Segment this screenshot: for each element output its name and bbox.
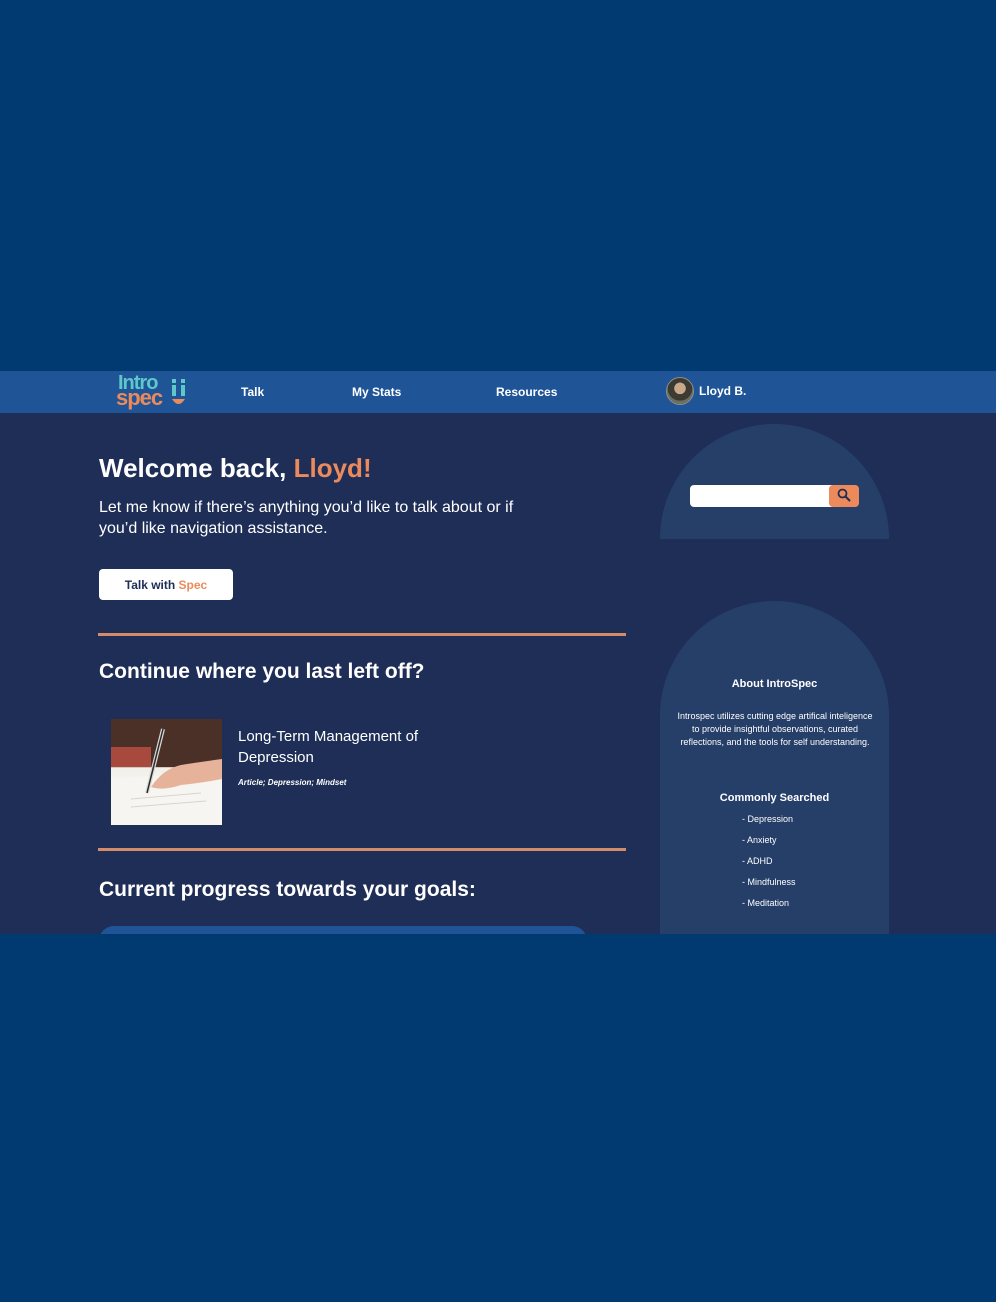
section-divider xyxy=(98,633,626,636)
introspec-logo[interactable]: Intro spec xyxy=(116,373,190,411)
search-icon xyxy=(837,488,851,501)
user-avatar[interactable] xyxy=(666,377,694,405)
commonly-searched-list: - Depression - Anxiety - ADHD - Mindfuln… xyxy=(742,813,796,918)
search-button[interactable] xyxy=(829,485,859,507)
user-name[interactable]: Lloyd B. xyxy=(699,384,746,398)
search-input[interactable] xyxy=(690,485,834,507)
commonly-searched-item[interactable]: - Meditation xyxy=(742,897,796,918)
welcome-greeting: Welcome back, xyxy=(99,453,294,483)
commonly-searched-item[interactable]: - Mindfulness xyxy=(742,876,796,897)
logo-face-icon xyxy=(172,379,185,404)
nav-talk[interactable]: Talk xyxy=(241,384,264,400)
nav-resources[interactable]: Resources xyxy=(496,384,557,400)
goals-progress-bar xyxy=(99,926,587,934)
article-tags: Article; Depression; Mindset xyxy=(238,778,347,787)
nav-my-stats[interactable]: My Stats xyxy=(352,384,401,400)
about-title: About IntroSpec xyxy=(731,678,818,690)
commonly-searched-item[interactable]: - Depression xyxy=(742,813,796,834)
talk-with-spec-button[interactable]: Talk with Spec xyxy=(99,569,233,600)
writing-hand-image xyxy=(111,719,222,825)
welcome-subtitle: Let me know if there’s anything you’d li… xyxy=(99,499,514,537)
article-title-link[interactable]: Long-Term Management of Depression xyxy=(238,726,438,768)
talk-button-prefix: Talk with xyxy=(124,577,179,592)
welcome-heading: Welcome back, Lloyd! xyxy=(99,451,372,485)
talk-button-accent: Spec xyxy=(178,577,208,592)
welcome-user-name: Lloyd! xyxy=(293,453,372,483)
article-thumbnail[interactable] xyxy=(111,719,222,825)
commonly-searched-item[interactable]: - Anxiety xyxy=(742,834,796,855)
commonly-searched-title: Commonly Searched xyxy=(719,792,830,804)
continue-heading: Continue where you last left off? xyxy=(99,660,425,683)
progress-heading: Current progress towards your goals: xyxy=(99,878,476,901)
logo-line-2: spec xyxy=(116,385,163,410)
commonly-searched-item[interactable]: - ADHD xyxy=(742,855,796,876)
about-text: Introspec utilizes cutting edge artifica… xyxy=(677,711,873,747)
section-divider xyxy=(98,848,626,851)
